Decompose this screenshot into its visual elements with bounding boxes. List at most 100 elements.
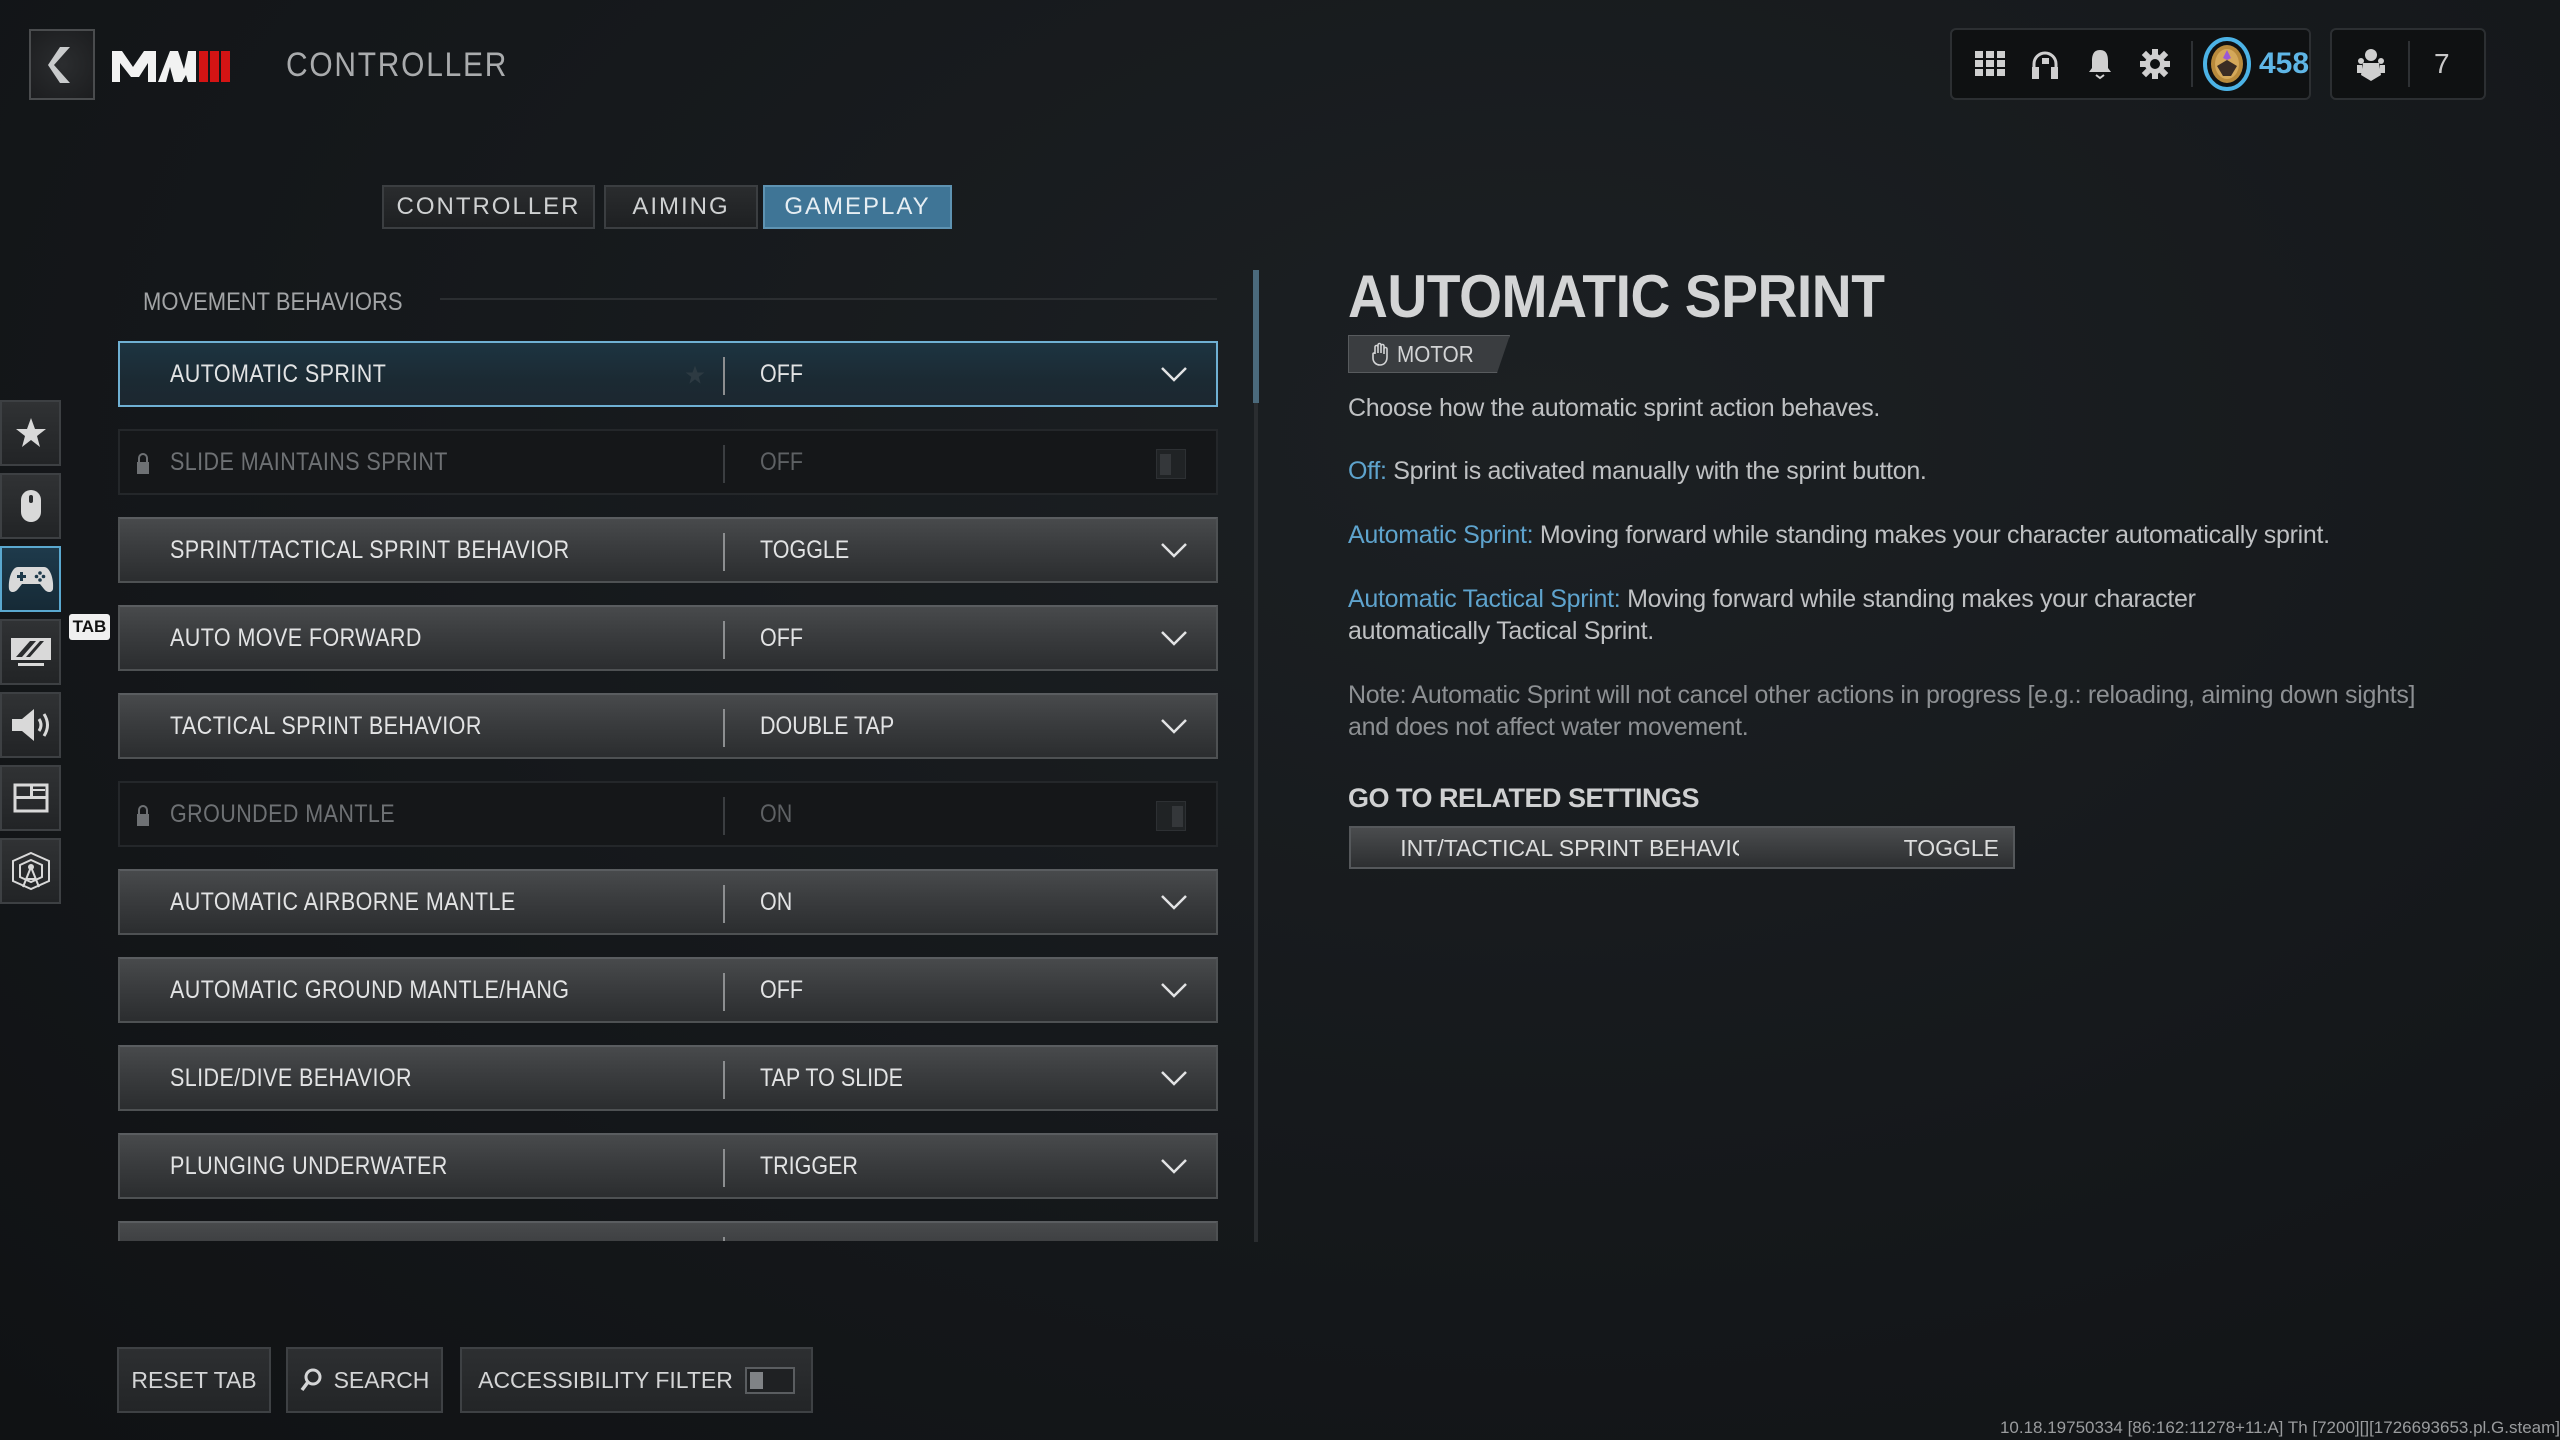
motor-label: MOTOR	[1397, 340, 1474, 367]
detail-option-automatic-tactical-sprint: Automatic Tactical Sprint: Moving forwar…	[1348, 583, 2328, 647]
setting-label: AUTO MOVE FORWARD	[170, 623, 422, 652]
row-divider	[723, 621, 725, 659]
accessibility-filter-label: ACCESSIBILITY FILTER	[478, 1366, 733, 1393]
tab-controller[interactable]: CONTROLLER	[382, 185, 595, 229]
reset-tab-label: RESET TAB	[131, 1366, 257, 1393]
headset-icon[interactable]	[2017, 35, 2072, 93]
section-divider	[440, 298, 1217, 300]
network-tower-icon	[11, 851, 50, 891]
row-divider	[723, 797, 725, 835]
setting-row[interactable]: SPRINT/TACTICAL SPRINT BEHAVIOR TOGGLE	[118, 517, 1218, 583]
setting-row[interactable]	[118, 1221, 1218, 1241]
chevron-down-icon[interactable]	[1160, 981, 1188, 999]
search-button[interactable]: SEARCH	[286, 1347, 443, 1413]
setting-row: SLIDE MAINTAINS SPRINT OFF	[118, 429, 1218, 495]
sidebar-item-favorites[interactable]	[0, 400, 61, 466]
tab-aiming[interactable]: AIMING	[604, 185, 758, 229]
option-name: Automatic Tactical Sprint:	[1348, 585, 1621, 613]
setting-value: DOUBLE TAP	[760, 711, 895, 740]
monitor-icon	[10, 638, 51, 666]
accessibility-filter-button[interactable]: ACCESSIBILITY FILTER	[460, 1347, 813, 1413]
player-emblem[interactable]	[2201, 36, 2253, 92]
setting-row[interactable]: AUTOMATIC AIRBORNE MANTLE ON	[118, 869, 1218, 935]
chevron-down-icon[interactable]	[1160, 893, 1188, 911]
setting-row[interactable]: AUTOMATIC GROUND MANTLE/HANG OFF	[118, 957, 1218, 1023]
row-divider	[723, 445, 725, 483]
sidebar-item-interface[interactable]	[0, 765, 61, 831]
setting-row[interactable]: AUTO MOVE FORWARD OFF	[118, 605, 1218, 671]
hud-divider	[2191, 41, 2193, 87]
setting-row[interactable]: AUTOMATIC SPRINT OFF	[118, 341, 1218, 407]
chevron-down-icon[interactable]	[1160, 717, 1188, 735]
setting-value: OFF	[760, 975, 803, 1004]
detail-note: Note: Automatic Sprint will not cancel o…	[1348, 681, 2416, 741]
scrollbar-thumb[interactable]	[1253, 270, 1259, 403]
row-divider	[723, 533, 725, 571]
search-label: SEARCH	[333, 1366, 430, 1393]
detail-description: Choose how the automatic sprint action b…	[1348, 394, 1881, 422]
party-box[interactable]: 7	[2330, 28, 2486, 100]
toggle-knob	[1160, 454, 1171, 475]
row-divider	[723, 709, 725, 747]
setting-label: AUTOMATIC GROUND MANTLE/HANG	[170, 975, 570, 1004]
party-count: 7	[2434, 48, 2450, 79]
setting-row[interactable]: SLIDE/DIVE BEHAVIOR TAP TO SLIDE	[118, 1045, 1218, 1111]
sidebar-item-audio[interactable]	[0, 692, 61, 758]
settings-list: AUTOMATIC SPRINT OFF SLIDE MAINTAINS SPRIN…	[118, 335, 1218, 1241]
setting-toggle	[1156, 449, 1186, 479]
setting-label: AUTOMATIC SPRINT	[170, 359, 387, 388]
tab-gameplay[interactable]: GAMEPLAY	[763, 185, 952, 229]
setting-row[interactable]: TACTICAL SPRINT BEHAVIOR DOUBLE TAP	[118, 693, 1218, 759]
settings-gear-icon[interactable]	[2128, 35, 2183, 93]
setting-value: ON	[760, 799, 793, 828]
detail-option-automatic-sprint: Automatic Sprint: Moving forward while s…	[1348, 519, 2448, 551]
toggle-knob	[1172, 806, 1183, 827]
star-icon	[15, 418, 46, 447]
scrollbar-track[interactable]	[1254, 270, 1258, 1242]
related-settings-header: GO TO RELATED SETTINGS	[1348, 783, 1700, 813]
sidebar-item-account-network[interactable]	[0, 838, 61, 904]
sidebar-item-mouse-keyboard[interactable]	[0, 473, 61, 539]
notification-bell-icon[interactable]	[2073, 35, 2128, 93]
party-members-icon	[2342, 35, 2400, 93]
option-name: Automatic Sprint:	[1348, 521, 1534, 549]
row-divider	[723, 973, 725, 1011]
grid-menu-icon[interactable]	[1962, 35, 2017, 93]
page-title: CONTROLLER	[286, 46, 509, 84]
setting-row[interactable]: PLUNGING UNDERWATER TRIGGER	[118, 1133, 1218, 1199]
section-header: MOVEMENT BEHAVIORS	[143, 288, 403, 316]
gamepad-icon	[8, 567, 53, 592]
search-icon	[300, 1368, 322, 1392]
setting-value: OFF	[760, 359, 803, 388]
option-text: Moving forward while standing makes your…	[1533, 521, 2330, 549]
setting-label: SLIDE/DIVE BEHAVIOR	[170, 1063, 412, 1092]
player-level: 458	[2258, 47, 2310, 80]
detail-option-off: Off: Sprint is activated manually with t…	[1348, 455, 2448, 487]
game-logo	[112, 49, 232, 82]
sidebar-item-controller[interactable]	[0, 546, 61, 612]
chevron-down-icon[interactable]	[1160, 541, 1188, 559]
chevron-down-icon[interactable]	[1160, 1157, 1188, 1175]
back-button[interactable]	[29, 29, 95, 100]
setting-value: TRIGGER	[760, 1151, 858, 1180]
favorite-star-icon[interactable]	[685, 365, 705, 385]
chevron-down-icon[interactable]	[1160, 1069, 1188, 1087]
related-setting-label: SPRINT/TACTICAL SPRINT BEHAVIOR	[1399, 835, 1739, 861]
setting-label: PLUNGING UNDERWATER	[170, 1151, 448, 1180]
toggle-knob	[749, 1371, 763, 1389]
row-divider	[723, 885, 725, 923]
lock-icon	[137, 453, 149, 474]
chevron-down-icon[interactable]	[1160, 629, 1188, 647]
row-divider	[723, 1061, 725, 1099]
related-setting-link[interactable]: SPRINT/TACTICAL SPRINT BEHAVIOR TOGGLE	[1349, 826, 2015, 869]
hud-toolbar: 458	[1950, 28, 2311, 100]
hand-icon	[1372, 342, 1388, 366]
setting-value: TOGGLE	[760, 535, 850, 564]
reset-tab-button[interactable]: RESET TAB	[117, 1347, 271, 1413]
back-chevron-icon	[48, 46, 70, 83]
setting-label: SPRINT/TACTICAL SPRINT BEHAVIOR	[170, 535, 570, 564]
sidebar-item-graphics[interactable]	[0, 619, 61, 685]
accessibility-filter-toggle[interactable]	[744, 1366, 795, 1394]
setting-value: ON	[760, 887, 793, 916]
chevron-down-icon[interactable]	[1160, 365, 1188, 383]
